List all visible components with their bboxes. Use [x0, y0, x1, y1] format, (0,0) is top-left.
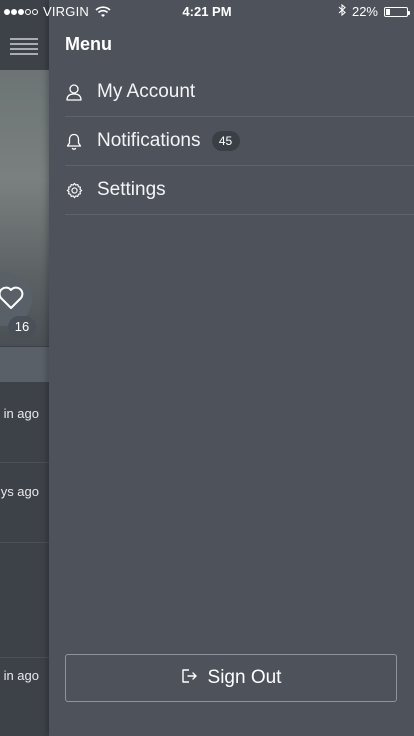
menu-item-my-account[interactable]: My Account	[65, 68, 414, 117]
sign-out-label: Sign Out	[207, 667, 282, 688]
sign-out-icon	[181, 668, 199, 689]
user-icon	[65, 83, 83, 101]
background-feed[interactable]: 16 in ago ys ago in ago	[0, 0, 49, 736]
menu-item-notifications[interactable]: Notifications 45	[65, 117, 414, 166]
like-count: 16	[8, 316, 36, 338]
bell-icon	[65, 132, 83, 150]
menu-list: My Account Notifications 45 Settings	[65, 68, 414, 215]
battery-percent: 22%	[351, 4, 378, 19]
menu-item-label: Notifications	[97, 130, 201, 151]
hamburger-icon[interactable]	[10, 38, 38, 58]
list-item[interactable]: in ago	[0, 382, 49, 463]
list-item[interactable]	[0, 545, 49, 658]
gear-icon	[65, 181, 83, 199]
feed-divider-band	[0, 347, 49, 382]
timestamp: ys ago	[0, 484, 39, 499]
menu-item-label: Settings	[97, 179, 166, 200]
timestamp: in ago	[3, 668, 39, 683]
timestamp: in ago	[3, 406, 39, 421]
menu-title: Menu	[65, 34, 112, 54]
list-item[interactable]: ys ago	[0, 462, 49, 543]
battery-level-fill	[386, 8, 390, 15]
bluetooth-icon	[338, 3, 346, 19]
battery-icon	[384, 6, 410, 17]
heart-icon	[0, 286, 24, 309]
sign-out-button[interactable]: Sign Out	[65, 654, 397, 702]
status-bar: VIRGIN 4:21 PM 22%	[0, 0, 414, 22]
menu-item-settings[interactable]: Settings	[65, 166, 414, 215]
side-menu-drawer: Menu My Account Notifications 45 Setting…	[49, 0, 414, 736]
notification-count-badge: 45	[211, 131, 240, 151]
menu-item-label: My Account	[97, 81, 196, 102]
list-item[interactable]: in ago	[0, 658, 49, 736]
